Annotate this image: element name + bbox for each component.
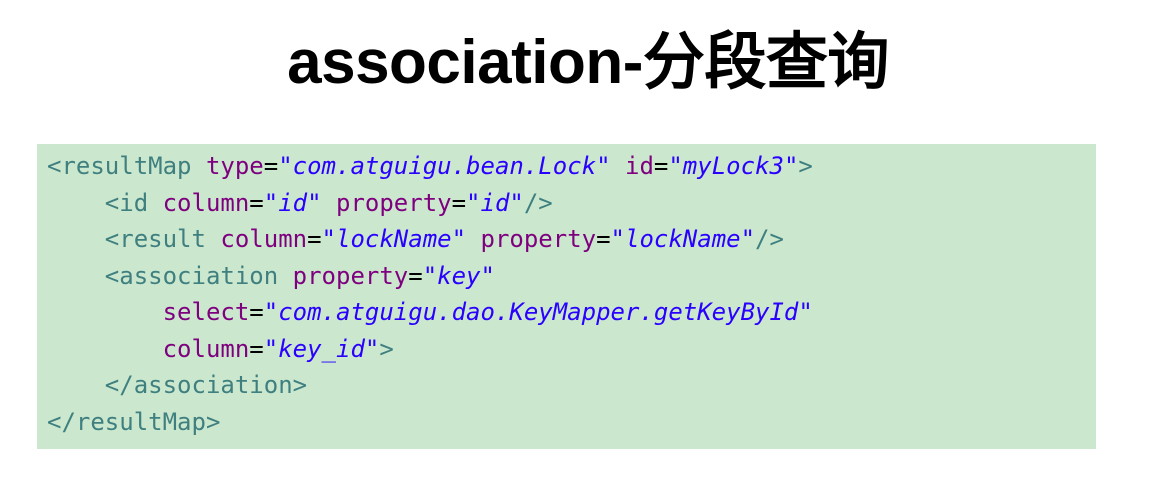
code-attribute: property <box>480 225 597 253</box>
code-line: select="com.atguigu.dao.KeyMapper.getKey… <box>47 294 1096 331</box>
code-tag: <result <box>104 225 221 253</box>
code-attribute: id <box>625 152 654 180</box>
code-equals: = <box>596 225 611 253</box>
code-block: <resultMap type="com.atguigu.bean.Lock" … <box>37 144 1096 449</box>
code-equals: = <box>451 188 467 217</box>
code-string-value: "com.atguigu.bean.Lock" <box>278 152 611 180</box>
code-attribute: type <box>205 152 264 180</box>
slide-title: association-分段查询 <box>287 28 889 97</box>
code-string-value: "id" <box>466 188 524 217</box>
code-attribute: column <box>162 334 250 363</box>
code-tag: /> <box>755 225 784 253</box>
slide: association-分段查询 <resultMap type="com.at… <box>0 0 1176 486</box>
code-string-value: "key" <box>422 261 495 290</box>
code-string-value: "id" <box>263 188 322 217</box>
code-attribute: property <box>292 261 409 290</box>
code-tag: > <box>379 334 394 363</box>
code-tag: /> <box>523 188 553 217</box>
code-tag: <association <box>104 261 293 290</box>
code-line: column="key_id"> <box>47 331 1096 368</box>
code-tag: </resultMap> <box>47 407 221 436</box>
code-line: </resultMap> <box>47 404 1096 441</box>
code-string-value: "myLock3" <box>668 152 799 180</box>
code-string-value: "key_id" <box>263 334 380 363</box>
code-equals: = <box>408 261 423 290</box>
code-attribute: column <box>220 225 308 253</box>
code-string-value: "lockName" <box>610 225 756 253</box>
code-equals: = <box>307 225 322 253</box>
code-tag: </association> <box>104 371 308 399</box>
code-attribute: property <box>336 188 452 217</box>
code-line: <id column="id" property="id"/> <box>47 185 1096 222</box>
code-line: <resultMap type="com.atguigu.bean.Lock" … <box>47 148 1096 185</box>
code-string-value: "com.atguigu.dao.KeyMapper.getKeyById" <box>263 298 813 326</box>
code-string-value: "lockName" <box>321 225 467 253</box>
code-attribute: select <box>162 298 250 326</box>
code-tag: <id <box>104 188 163 217</box>
code-equals: = <box>263 152 279 180</box>
code-line: <result column="lockName" property="lock… <box>47 221 1096 258</box>
code-equals: = <box>249 298 264 326</box>
code-attribute: column <box>162 188 250 217</box>
code-equals: = <box>249 334 264 363</box>
code-tag: > <box>798 152 813 180</box>
code-line: </association> <box>47 367 1096 404</box>
code-line: <association property="key" <box>47 258 1096 295</box>
code-equals: = <box>653 152 669 180</box>
code-equals: = <box>249 188 264 217</box>
code-tag: <resultMap <box>47 152 206 180</box>
